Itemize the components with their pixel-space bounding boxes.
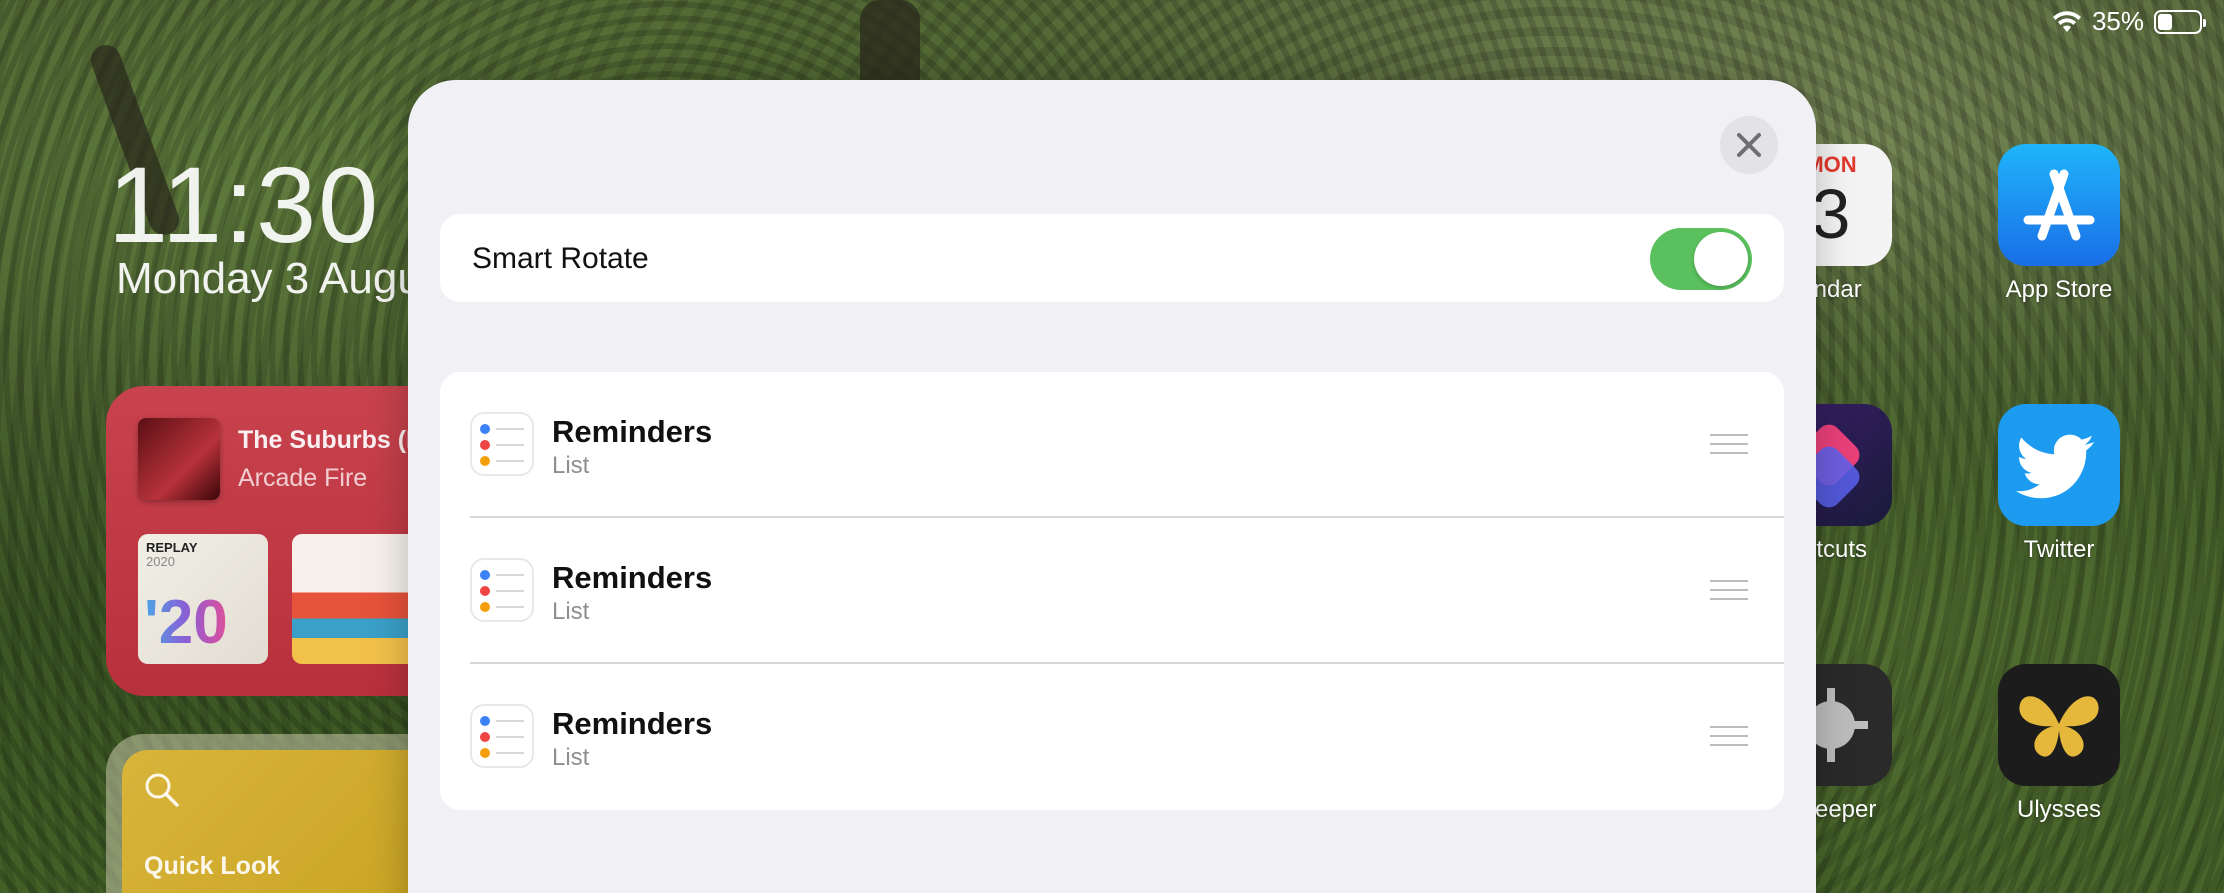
list-item[interactable]: Reminders List — [440, 372, 1784, 518]
app-twitter[interactable]: Twitter — [1998, 404, 2120, 564]
item-title: Reminders — [552, 560, 713, 595]
item-subtitle: List — [552, 598, 590, 625]
app-app-store[interactable]: App Store — [1998, 144, 2120, 304]
album-replay-label: REPLAY — [146, 540, 198, 555]
app-label: Twitter — [2023, 536, 2095, 563]
artist-name: Arcade Fire — [238, 464, 368, 492]
app-label: App Store — [2005, 276, 2113, 303]
album-replay-big: '20 — [144, 588, 228, 657]
smart-rotate-label: Smart Rotate — [472, 242, 649, 275]
close-button[interactable] — [1720, 116, 1778, 174]
widget-list: Reminders List Reminders List Reminders — [440, 372, 1784, 810]
item-title: Reminders — [552, 706, 713, 741]
list-item[interactable]: Reminders List — [440, 664, 1784, 810]
quicklook-label: Quick Look — [144, 852, 281, 880]
twitter-icon — [1998, 404, 2120, 526]
album-replay-year: 2020 — [146, 554, 175, 569]
battery-icon — [2154, 9, 2206, 34]
list-item[interactable]: Reminders List — [440, 518, 1784, 664]
toggle-knob — [1694, 232, 1748, 286]
wifi-icon — [2052, 10, 2081, 32]
status-bar: 35% — [2052, 6, 2206, 37]
drag-handle-icon[interactable] — [1710, 726, 1748, 748]
reminders-icon — [470, 558, 534, 622]
close-icon — [1737, 133, 1761, 157]
smart-rotate-row: Smart Rotate — [440, 214, 1784, 302]
battery-fill — [2158, 13, 2172, 30]
ulysses-icon — [1998, 664, 2120, 786]
drag-handle-icon[interactable] — [1710, 434, 1748, 456]
album-replay[interactable]: REPLAY 2020 '20 — [138, 534, 268, 664]
album-real-blasty[interactable] — [292, 534, 422, 664]
reminders-icon — [470, 412, 534, 476]
date: Monday 3 Augu — [116, 254, 422, 303]
clock: 11:30 — [108, 144, 381, 265]
smart-rotate-toggle[interactable] — [1650, 228, 1752, 290]
battery-percentage: 35% — [2091, 6, 2144, 36]
item-subtitle: List — [552, 744, 590, 771]
item-title: Reminders — [552, 414, 713, 449]
app-ulysses[interactable]: Ulysses — [1998, 664, 2120, 824]
song-title: The Suburbs (I — [238, 426, 413, 454]
search-icon — [145, 773, 179, 807]
album-art[interactable] — [138, 418, 220, 500]
app-store-icon — [1998, 144, 2120, 266]
item-subtitle: List — [552, 452, 590, 479]
drag-handle-icon[interactable] — [1710, 580, 1748, 602]
app-label: Ulysses — [2016, 796, 2101, 823]
reminders-icon — [470, 704, 534, 768]
edit-sheet: Smart Rotate Reminders List Reminders Li… — [408, 80, 1816, 893]
